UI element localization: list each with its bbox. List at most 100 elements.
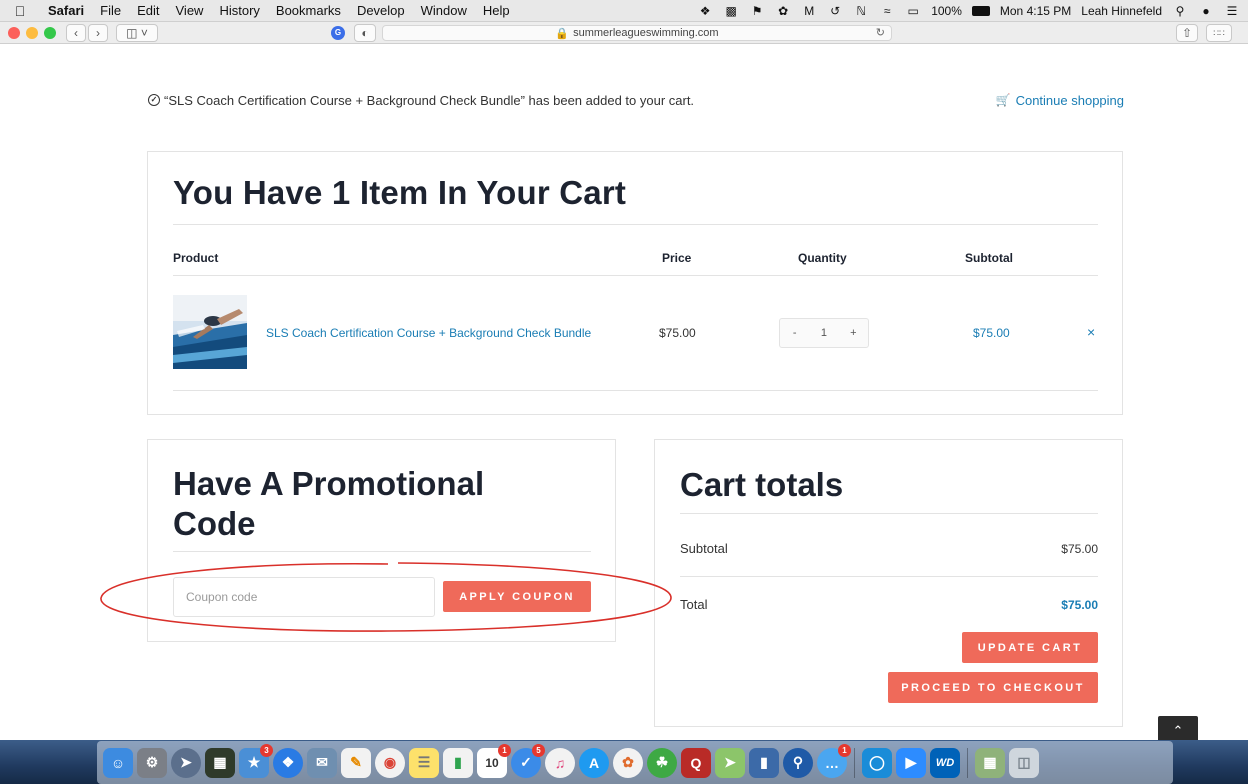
bluetooth-icon[interactable]: ℕ bbox=[853, 4, 869, 18]
keynote-icon[interactable]: ▮ bbox=[749, 747, 779, 778]
back-button[interactable]: ‹ bbox=[66, 23, 86, 42]
battery-percent: 100% bbox=[931, 3, 962, 18]
notes-icon[interactable]: ☰ bbox=[409, 747, 439, 778]
photos-icon[interactable]: ✿ bbox=[613, 747, 643, 778]
badge: 5 bbox=[532, 743, 545, 757]
badge: 3 bbox=[260, 743, 273, 757]
address-bar[interactable]: 🔒 summerleagueswimming.com ↻ bbox=[382, 25, 892, 41]
menu-edit[interactable]: Edit bbox=[129, 3, 167, 18]
menu-bar:  Safari File Edit View History Bookmark… bbox=[0, 0, 1248, 22]
mail-icon[interactable]: ✉ bbox=[307, 747, 337, 778]
total-label: Total bbox=[680, 597, 708, 612]
privacy-extension-button[interactable]: ◐ bbox=[354, 23, 376, 42]
tab-overview-button[interactable]: ∷∷ bbox=[1206, 24, 1232, 42]
zoom-window-button[interactable] bbox=[44, 26, 56, 39]
menu-window[interactable]: Window bbox=[413, 3, 475, 18]
update-cart-button[interactable]: UPDATE CART bbox=[962, 632, 1098, 663]
grammarly-extension-button[interactable]: G bbox=[328, 24, 348, 42]
check-circle-icon: ✓ bbox=[148, 94, 160, 106]
mission-control-icon[interactable]: ▦ bbox=[205, 747, 235, 778]
menu-file[interactable]: File bbox=[92, 3, 129, 18]
chrome-icon[interactable]: ◉ bbox=[375, 747, 405, 778]
dropbox-icon[interactable]: ❖ bbox=[697, 4, 713, 18]
time-machine-icon[interactable]: ↺ bbox=[827, 4, 843, 18]
itunes-icon[interactable]: ♫ bbox=[545, 747, 575, 778]
divider bbox=[173, 551, 591, 552]
battery-icon[interactable] bbox=[971, 5, 990, 16]
grid-icon: ∷∷ bbox=[1213, 27, 1225, 38]
forward-button[interactable]: › bbox=[88, 23, 108, 42]
product-name-link[interactable]: SLS Coach Certification Course + Backgro… bbox=[266, 326, 591, 340]
share-button[interactable]: ⇧ bbox=[1176, 24, 1198, 42]
menu-help[interactable]: Help bbox=[475, 3, 518, 18]
header-product: Product bbox=[173, 251, 219, 265]
coupon-code-input[interactable] bbox=[173, 577, 435, 617]
pages-icon[interactable]: ✎ bbox=[341, 747, 371, 778]
total-value: $75.00 bbox=[1061, 598, 1098, 612]
keychain-icon[interactable]: ⚲ bbox=[783, 747, 813, 778]
reload-icon[interactable]: ↻ bbox=[876, 26, 885, 39]
app-store-icon[interactable]: A bbox=[579, 747, 609, 778]
tinder-icon[interactable]: ★ 3 bbox=[239, 743, 273, 778]
clock[interactable]: Mon 4:15 PM bbox=[1000, 4, 1071, 18]
product-thumbnail[interactable] bbox=[173, 295, 247, 369]
menu-app-name[interactable]: Safari bbox=[40, 3, 92, 18]
notification-center-icon[interactable]: ☰ bbox=[1224, 4, 1240, 18]
menu-history[interactable]: History bbox=[211, 3, 267, 18]
divider bbox=[173, 224, 1098, 225]
quantity-increase-button[interactable]: + bbox=[842, 327, 864, 339]
wd-drive-icon[interactable]: ▩ bbox=[723, 4, 739, 18]
zoom-icon[interactable]: ▶ bbox=[896, 747, 926, 778]
calendar-icon[interactable]: 10 1 bbox=[477, 743, 511, 778]
sidebar-toggle-button[interactable]: ◫ ˅ bbox=[116, 23, 158, 42]
minimize-window-button[interactable] bbox=[26, 26, 38, 39]
apply-coupon-button[interactable]: APPLY COUPON bbox=[443, 581, 591, 612]
dock: ☺ ⚙ ➤ ▦ ★ 3 ❖ ✉ ✎ ◉ ☰ ▮ 10 1 ✓ 5 ♫ A ✿ ☘ Q … bbox=[97, 741, 1173, 784]
system-preferences-icon[interactable]: ⚙ bbox=[137, 747, 167, 778]
menu-develop[interactable]: Develop bbox=[349, 3, 413, 18]
divider bbox=[680, 576, 1098, 577]
cart-totals-title: Cart totals bbox=[680, 466, 844, 503]
close-window-button[interactable] bbox=[8, 26, 20, 39]
malwarebytes-icon[interactable]: M bbox=[801, 4, 817, 18]
wd-discovery-icon[interactable]: WD bbox=[930, 747, 960, 778]
menu-bookmarks[interactable]: Bookmarks bbox=[268, 3, 349, 18]
proceed-to-checkout-button[interactable]: PROCEED TO CHECKOUT bbox=[888, 672, 1098, 703]
status-tray: ❖ ▩ ⚑ ✿ M ↺ ℕ ≈ ▭ 100% Mon 4:15 PM Leah … bbox=[697, 4, 1248, 18]
safari-icon[interactable]: ❖ bbox=[273, 747, 303, 778]
launchpad-icon[interactable]: ➤ bbox=[171, 747, 201, 778]
remove-item-icon[interactable]: × bbox=[1087, 324, 1095, 340]
notification-icon[interactable]: ⚑ bbox=[749, 4, 765, 18]
calendar-day: 10 bbox=[485, 755, 499, 770]
menu-view[interactable]: View bbox=[168, 3, 212, 18]
cart-notice-message: “SLS Coach Certification Course + Backgr… bbox=[164, 92, 695, 108]
sidebar-icon: ◫ ˅ bbox=[126, 25, 148, 40]
maps-icon[interactable]: ➤ bbox=[715, 747, 745, 778]
chevron-left-icon: ‹ bbox=[74, 25, 78, 40]
siri-icon[interactable]: ● bbox=[1198, 4, 1214, 18]
messages-icon[interactable]: … 1 bbox=[817, 743, 851, 778]
wifi-icon[interactable]: ≈ bbox=[879, 4, 895, 18]
user-name[interactable]: Leah Hinnefeld bbox=[1081, 4, 1162, 18]
chevron-right-icon: › bbox=[96, 25, 100, 40]
trash-icon[interactable]: ◫ bbox=[1009, 747, 1039, 778]
window-controls bbox=[0, 26, 56, 39]
airplay-icon[interactable]: ▭ bbox=[905, 4, 921, 18]
promo-panel: Have A Promotional Code APPLY COUPON bbox=[147, 439, 616, 642]
finder-icon[interactable]: ☺ bbox=[103, 747, 133, 778]
numbers-icon[interactable]: ▮ bbox=[443, 747, 473, 778]
evernote-tray-icon[interactable]: ✿ bbox=[775, 4, 791, 18]
divider bbox=[173, 275, 1098, 276]
quantity-input[interactable]: 1 bbox=[813, 327, 835, 339]
evernote-icon[interactable]: ☘ bbox=[647, 747, 677, 778]
apple-menu-icon[interactable]:  bbox=[0, 3, 40, 19]
things-icon[interactable]: ✓ 5 bbox=[511, 743, 545, 778]
quantity-decrease-button[interactable]: - bbox=[784, 327, 806, 339]
1password-icon[interactable]: ◯ bbox=[862, 747, 892, 778]
g-extension-icon: G bbox=[331, 25, 345, 40]
continue-shopping-link[interactable]: 🛒 Continue shopping bbox=[996, 93, 1124, 108]
subtotal-label: Subtotal bbox=[680, 541, 728, 556]
photo-library-icon[interactable]: ▦ bbox=[975, 747, 1005, 778]
quora-icon[interactable]: Q bbox=[681, 747, 711, 778]
spotlight-search-icon[interactable]: ⚲ bbox=[1172, 4, 1188, 18]
